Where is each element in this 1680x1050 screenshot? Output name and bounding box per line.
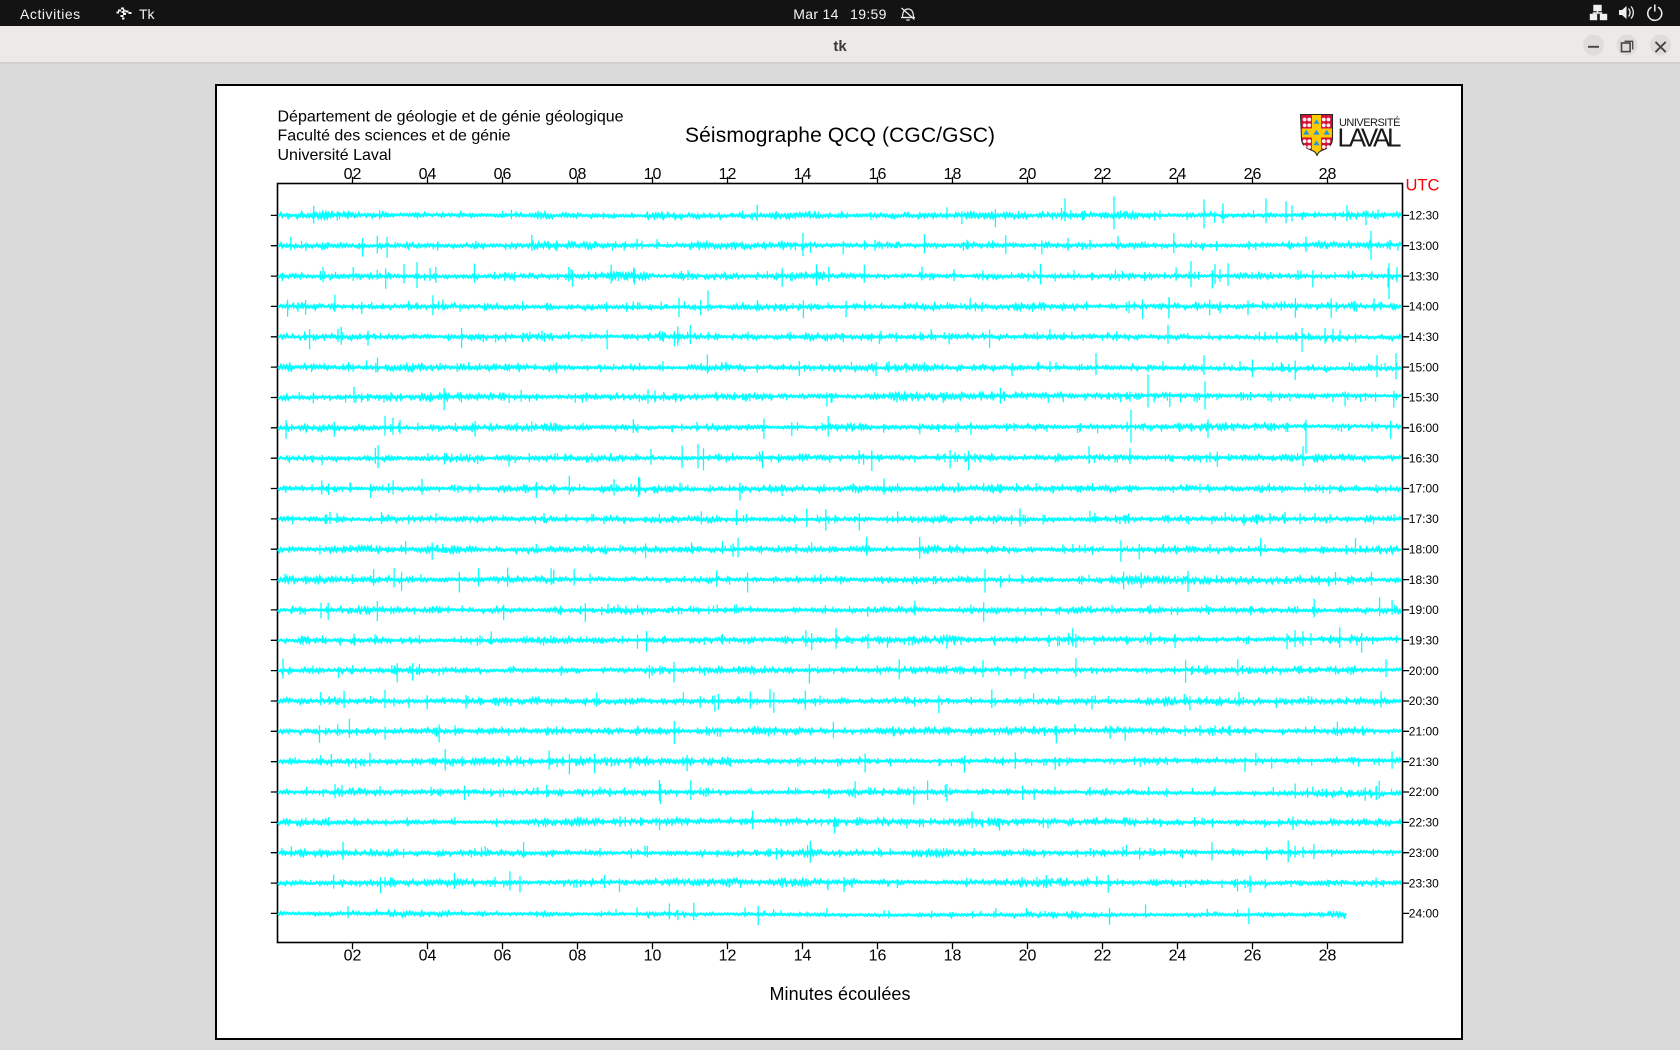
svg-text:19:30: 19:30 (1409, 634, 1439, 648)
svg-text:Minutes écoulées: Minutes écoulées (770, 984, 911, 1004)
svg-text:14: 14 (794, 166, 812, 183)
svg-text:13:00: 13:00 (1409, 239, 1439, 253)
svg-text:02: 02 (344, 948, 362, 965)
svg-text:23:00: 23:00 (1409, 846, 1439, 860)
svg-text:Université Laval: Université Laval (278, 147, 392, 164)
svg-text:08: 08 (569, 166, 587, 183)
svg-text:19:00: 19:00 (1409, 603, 1439, 617)
svg-text:08: 08 (569, 948, 587, 965)
svg-text:24: 24 (1169, 166, 1187, 183)
svg-text:20: 20 (1019, 166, 1037, 183)
svg-text:LAVAL: LAVAL (1338, 123, 1402, 153)
svg-text:23:30: 23:30 (1409, 876, 1439, 890)
svg-text:17:00: 17:00 (1409, 482, 1439, 496)
svg-text:10: 10 (644, 948, 662, 965)
svg-text:06: 06 (494, 166, 512, 183)
svg-text:12: 12 (719, 948, 737, 965)
svg-text:10: 10 (644, 166, 662, 183)
svg-text:Tk: Tk (139, 6, 156, 22)
svg-text:20:30: 20:30 (1409, 694, 1439, 708)
svg-text:21:00: 21:00 (1409, 725, 1439, 739)
svg-text:28: 28 (1319, 166, 1337, 183)
svg-text:06: 06 (494, 948, 512, 965)
svg-text:02: 02 (344, 166, 362, 183)
svg-text:28: 28 (1319, 948, 1337, 965)
svg-text:Faculté des sciences et de gén: Faculté des sciences et de génie (278, 128, 511, 145)
svg-text:18: 18 (944, 948, 962, 965)
svg-text:18:30: 18:30 (1409, 573, 1439, 587)
svg-text:13:30: 13:30 (1409, 269, 1439, 283)
svg-text:Activities: Activities (20, 6, 81, 22)
svg-text:26: 26 (1244, 948, 1262, 965)
svg-text:tk: tk (833, 38, 847, 55)
svg-text:21:30: 21:30 (1409, 755, 1439, 769)
svg-text:Séismographe QCQ (CGC/GSC): Séismographe QCQ (CGC/GSC) (685, 124, 995, 147)
svg-text:22: 22 (1094, 948, 1112, 965)
svg-text:16:00: 16:00 (1409, 421, 1439, 435)
svg-text:16:30: 16:30 (1409, 451, 1439, 465)
svg-text:16: 16 (869, 948, 887, 965)
svg-text:22:00: 22:00 (1409, 785, 1439, 799)
svg-text:17:30: 17:30 (1409, 512, 1439, 526)
svg-text:20:00: 20:00 (1409, 664, 1439, 678)
svg-text:04: 04 (419, 948, 437, 965)
svg-text:14:30: 14:30 (1409, 330, 1439, 344)
svg-text:15:30: 15:30 (1409, 391, 1439, 405)
svg-text:16: 16 (869, 166, 887, 183)
svg-text:14: 14 (794, 948, 812, 965)
svg-text:26: 26 (1244, 166, 1262, 183)
svg-text:22:30: 22:30 (1409, 816, 1439, 830)
svg-text:24: 24 (1169, 948, 1187, 965)
svg-text:Mar 14 19:59: Mar 14 19:59 (793, 6, 886, 22)
svg-text:Département de géologie et de: Département de géologie et de génie géol… (278, 109, 624, 126)
svg-text:24:00: 24:00 (1409, 907, 1439, 921)
svg-text:20: 20 (1019, 948, 1037, 965)
svg-text:18:00: 18:00 (1409, 542, 1439, 556)
svg-text:15:00: 15:00 (1409, 360, 1439, 374)
svg-text:14:00: 14:00 (1409, 300, 1439, 314)
svg-text:22: 22 (1094, 166, 1112, 183)
svg-text:04: 04 (419, 166, 437, 183)
svg-text:UTC: UTC (1406, 177, 1440, 195)
svg-text:18: 18 (944, 166, 962, 183)
svg-text:12:30: 12:30 (1409, 209, 1439, 223)
svg-text:12: 12 (719, 166, 737, 183)
